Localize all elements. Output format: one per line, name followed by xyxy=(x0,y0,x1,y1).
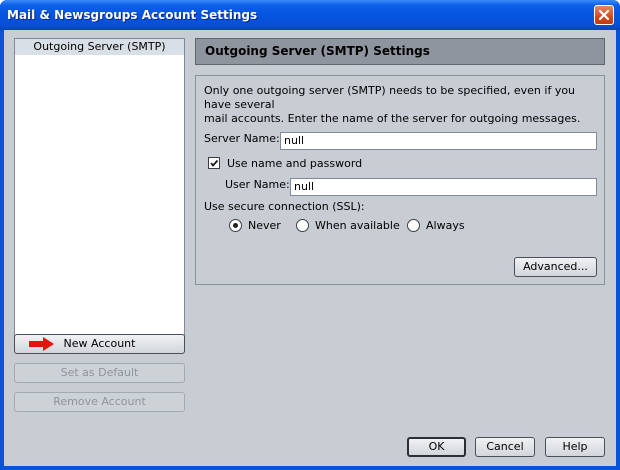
description-text: Only one outgoing server (SMTP) needs to… xyxy=(204,84,599,126)
ssl-always-label: Always xyxy=(426,219,465,232)
account-list[interactable]: Outgoing Server (SMTP) xyxy=(14,38,185,350)
new-account-button[interactable]: New Account xyxy=(14,334,185,354)
cancel-button[interactable]: Cancel xyxy=(475,437,535,457)
window-title: Mail & Newsgroups Account Settings xyxy=(7,8,258,22)
help-label: Help xyxy=(562,440,588,453)
dialog-body: Outgoing Server (SMTP) New Account Set a… xyxy=(4,30,616,466)
ssl-never-label: Never xyxy=(248,219,281,232)
dialog-window: Mail & Newsgroups Account Settings Outgo… xyxy=(0,0,620,470)
close-button[interactable] xyxy=(594,5,614,25)
description-line-1: Only one outgoing server (SMTP) needs to… xyxy=(204,84,576,111)
ok-button[interactable]: OK xyxy=(407,437,466,457)
use-name-password-label: Use name and password xyxy=(227,157,363,170)
radio-selected-dot xyxy=(233,223,238,228)
settings-panel: Only one outgoing server (SMTP) needs to… xyxy=(195,75,605,285)
description-line-2: mail accounts. Enter the name of the ser… xyxy=(204,112,581,125)
panel-title: Outgoing Server (SMTP) Settings xyxy=(205,44,430,58)
cancel-label: Cancel xyxy=(486,440,524,453)
close-icon xyxy=(598,9,610,21)
help-button[interactable]: Help xyxy=(545,437,605,457)
set-default-label: Set as Default xyxy=(60,366,139,379)
user-name-label: User Name: xyxy=(225,178,290,191)
server-name-label: Server Name: xyxy=(204,132,280,145)
user-name-input[interactable]: null xyxy=(290,178,597,196)
remove-account-label: Remove Account xyxy=(53,395,146,408)
ssl-when-available-label: When available xyxy=(315,219,400,232)
server-name-input[interactable]: null xyxy=(280,132,597,150)
account-list-item-smtp[interactable]: Outgoing Server (SMTP) xyxy=(15,39,184,55)
ssl-label: Use secure connection (SSL): xyxy=(204,200,365,213)
advanced-label: Advanced... xyxy=(523,260,588,273)
ok-label: OK xyxy=(428,440,445,453)
remove-account-button[interactable]: Remove Account xyxy=(14,392,185,412)
ssl-never-radio[interactable] xyxy=(229,219,242,232)
red-arrow-icon xyxy=(29,337,54,351)
use-name-password-checkbox[interactable] xyxy=(208,157,220,169)
ssl-when-available-radio[interactable] xyxy=(296,219,309,232)
set-default-button[interactable]: Set as Default xyxy=(14,363,185,383)
title-bar[interactable]: Mail & Newsgroups Account Settings xyxy=(0,0,620,30)
checkmark-icon xyxy=(210,159,219,167)
advanced-button[interactable]: Advanced... xyxy=(514,257,597,277)
ssl-always-radio[interactable] xyxy=(407,219,420,232)
panel-header: Outgoing Server (SMTP) Settings xyxy=(195,38,605,65)
